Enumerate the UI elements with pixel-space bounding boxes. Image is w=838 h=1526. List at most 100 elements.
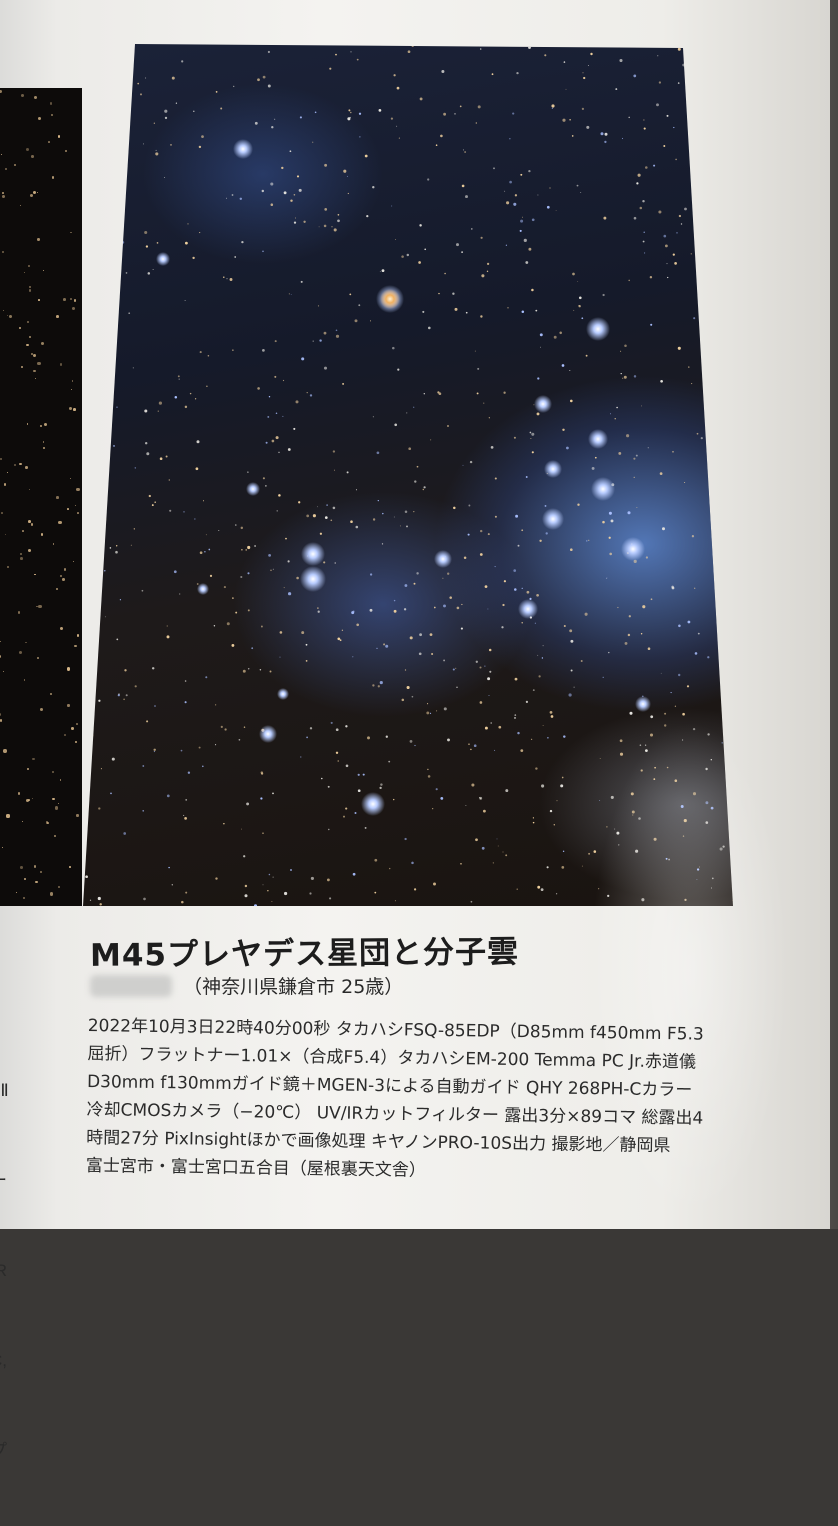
faint-star	[577, 281, 578, 282]
faint-star	[156, 150, 157, 151]
faint-star	[170, 144, 172, 146]
adjacent-page-text: TⅡ ー IR C, プ	[0, 1016, 30, 1526]
faint-star	[296, 577, 299, 580]
faint-star	[205, 676, 207, 678]
faint-star	[569, 370, 570, 371]
faint-star	[605, 133, 608, 136]
adjacent-photo-star	[58, 135, 61, 138]
faint-star	[243, 855, 245, 857]
faint-star	[681, 45, 682, 46]
faint-star	[402, 699, 405, 702]
faint-star	[224, 586, 226, 588]
faint-star	[711, 329, 713, 331]
faint-star	[634, 375, 636, 377]
faint-star	[143, 143, 144, 144]
faint-star	[223, 823, 224, 824]
faint-star	[493, 862, 494, 863]
faint-star	[165, 117, 167, 119]
adjacent-photo-star	[76, 723, 78, 725]
faint-star	[560, 784, 563, 787]
faint-star	[366, 215, 368, 217]
faint-star	[358, 789, 361, 792]
adjacent-photo-star	[29, 489, 30, 490]
faint-star	[561, 866, 564, 869]
adjacent-photo-star	[18, 611, 20, 613]
faint-star	[665, 244, 668, 247]
faint-star	[706, 357, 707, 358]
faint-star	[527, 591, 530, 594]
faint-star	[707, 656, 709, 658]
adjacent-photo-star	[33, 191, 36, 194]
faint-star	[678, 347, 681, 350]
faint-star	[116, 639, 118, 641]
faint-star	[433, 883, 436, 886]
faint-star	[395, 239, 396, 240]
faint-star	[192, 257, 194, 259]
faint-star	[275, 340, 277, 342]
faint-star	[185, 680, 187, 682]
adjacent-photo-star	[29, 286, 30, 287]
faint-star	[144, 231, 147, 234]
faint-star	[263, 884, 264, 885]
faint-star	[301, 281, 303, 283]
faint-star	[460, 863, 462, 865]
faint-star	[255, 122, 258, 125]
adjacent-photo-star	[74, 299, 76, 301]
faint-star	[701, 437, 703, 439]
faint-star	[549, 187, 550, 188]
adjacent-photo-star	[4, 483, 6, 485]
adjacent-photo-star	[70, 232, 71, 233]
faint-star	[239, 739, 241, 741]
adjacent-photo-star	[24, 272, 25, 273]
faint-star	[547, 737, 549, 739]
faint-star	[210, 575, 212, 577]
faint-star	[436, 710, 437, 711]
faint-star	[583, 77, 585, 79]
faint-star	[607, 895, 609, 897]
faint-star	[336, 728, 339, 731]
faint-star	[334, 228, 337, 231]
faint-star	[428, 775, 431, 778]
faint-star	[533, 817, 534, 818]
faint-star	[688, 621, 691, 624]
faint-star	[254, 545, 256, 547]
faint-star	[564, 61, 566, 63]
adjacent-photo-star	[73, 561, 74, 562]
faint-star	[394, 610, 397, 613]
faint-star	[243, 670, 246, 673]
faint-star	[348, 109, 350, 111]
faint-star	[515, 515, 518, 518]
faint-star	[658, 210, 661, 213]
faint-star	[464, 557, 467, 560]
faint-star	[640, 744, 642, 746]
faint-star	[440, 135, 443, 138]
faint-star	[268, 51, 270, 53]
faint-star	[146, 452, 149, 455]
faint-star	[678, 674, 680, 676]
faint-star	[620, 753, 623, 756]
faint-star	[635, 850, 638, 853]
faint-star	[432, 808, 433, 809]
faint-star	[382, 543, 383, 544]
adjacent-photo-star	[27, 321, 29, 323]
faint-star	[337, 637, 340, 640]
faint-star	[271, 203, 274, 206]
adjacent-photo-star	[52, 176, 54, 178]
faint-star	[328, 829, 329, 830]
faint-star	[107, 161, 108, 162]
faint-star	[650, 715, 653, 718]
faint-star	[140, 93, 142, 95]
faint-star	[261, 771, 263, 773]
faint-star	[720, 847, 723, 850]
faint-star	[721, 454, 722, 455]
faint-star	[146, 720, 148, 722]
faint-star	[112, 758, 115, 761]
faint-star	[537, 412, 540, 415]
faint-star	[334, 470, 335, 471]
faint-star	[663, 145, 665, 147]
faint-star	[245, 885, 247, 887]
faint-star	[436, 144, 438, 146]
adjacent-photo-star	[60, 779, 62, 781]
adjacent-photo-star	[20, 557, 23, 560]
faint-star	[495, 516, 497, 518]
